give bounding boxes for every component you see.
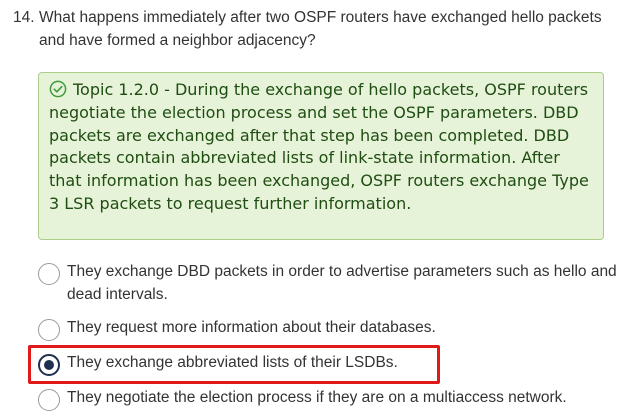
question-number: 14.: [13, 9, 35, 26]
answer-option[interactable]: They request more information about thei…: [38, 316, 628, 341]
feedback-panel: Topic 1.2.0 - During the exchange of hel…: [38, 72, 604, 240]
question: 14. What happens immediately after two O…: [13, 6, 613, 52]
highlight-box: [28, 345, 440, 384]
feedback-text: Topic 1.2.0 - During the exchange of hel…: [49, 80, 589, 213]
answer-option[interactable]: They exchange DBD packets in order to ad…: [38, 260, 628, 306]
option-label: They request more information about thei…: [67, 319, 436, 336]
option-label: They negotiate the election process if t…: [67, 389, 567, 406]
radio-button[interactable]: [38, 389, 60, 411]
question-text: What happens immediately after two OSPF …: [39, 9, 602, 49]
radio-button[interactable]: [38, 263, 60, 285]
check-circle-icon: [49, 80, 67, 98]
radio-button[interactable]: [38, 319, 60, 341]
answer-option[interactable]: They negotiate the election process if t…: [38, 386, 628, 411]
option-label: They exchange DBD packets in order to ad…: [67, 263, 617, 303]
